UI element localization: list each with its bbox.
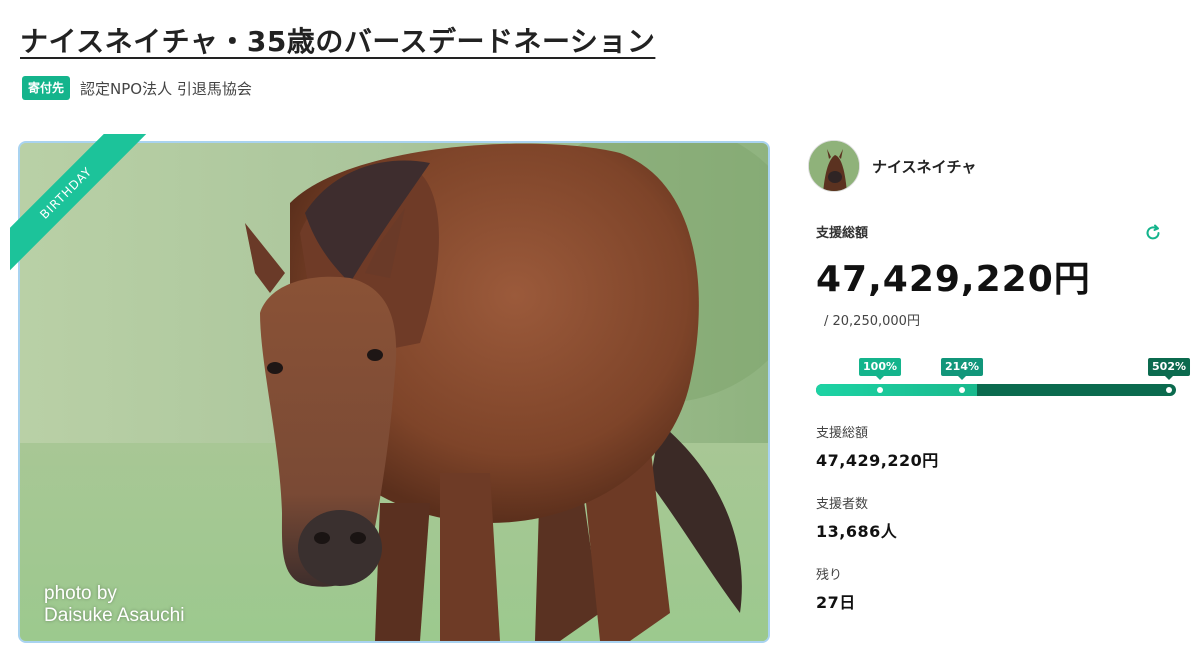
owner-name[interactable]: ナイスネイチャ	[872, 156, 976, 177]
photo-credit-line2: Daisuke Asauchi	[44, 605, 185, 626]
milestone-dot	[877, 387, 883, 393]
recipient: 寄付先 認定NPO法人 引退馬協会	[22, 76, 252, 100]
page-title[interactable]: ナイスネイチャ・35歳のバースデードネーション	[20, 20, 655, 60]
milestone-dot	[959, 387, 965, 393]
hero-image: photo by Daisuke Asauchi	[18, 141, 770, 643]
stat-supporters-label: 支援者数	[816, 497, 869, 512]
milestone-pointer	[1164, 376, 1173, 380]
horse-photo	[20, 143, 768, 641]
milestone-pointer	[957, 376, 966, 380]
milestone-tag: 100%	[859, 358, 901, 380]
total-amount: 47,429,220円	[816, 259, 1091, 300]
stat-remaining-value: 27日	[816, 593, 856, 612]
recipient-badge: 寄付先	[22, 76, 71, 100]
total-label: 支援総額	[816, 226, 869, 241]
progress-fill	[816, 384, 977, 396]
owner-profile[interactable]: ナイスネイチャ	[808, 140, 1192, 192]
stat-total-label: 支援総額	[816, 426, 869, 441]
refresh-icon[interactable]	[1144, 224, 1162, 242]
avatar[interactable]	[808, 140, 860, 192]
milestone-tag: 214%	[941, 358, 983, 380]
recipient-name[interactable]: 認定NPO法人 引退馬協会	[80, 78, 252, 99]
milestone-pointer	[875, 376, 884, 380]
campaign-sidebar: ナイスネイチャ 支援総額 47,429,220円 / 20,250,000円 1…	[808, 140, 1192, 612]
goal-amount: / 20,250,000円	[824, 314, 920, 329]
milestone-tag: 502%	[1148, 358, 1190, 380]
stat-remaining-label: 残り	[816, 568, 843, 583]
stat-total-value: 47,429,220円	[816, 451, 939, 470]
milestone-dot	[1166, 387, 1172, 393]
stat-supporters-value: 13,686人	[816, 522, 898, 541]
progress-bar: 100% 214% 502%	[816, 358, 1190, 400]
photo-credit: photo by Daisuke Asauchi	[44, 583, 184, 627]
photo-credit-line1: photo by	[44, 583, 117, 604]
